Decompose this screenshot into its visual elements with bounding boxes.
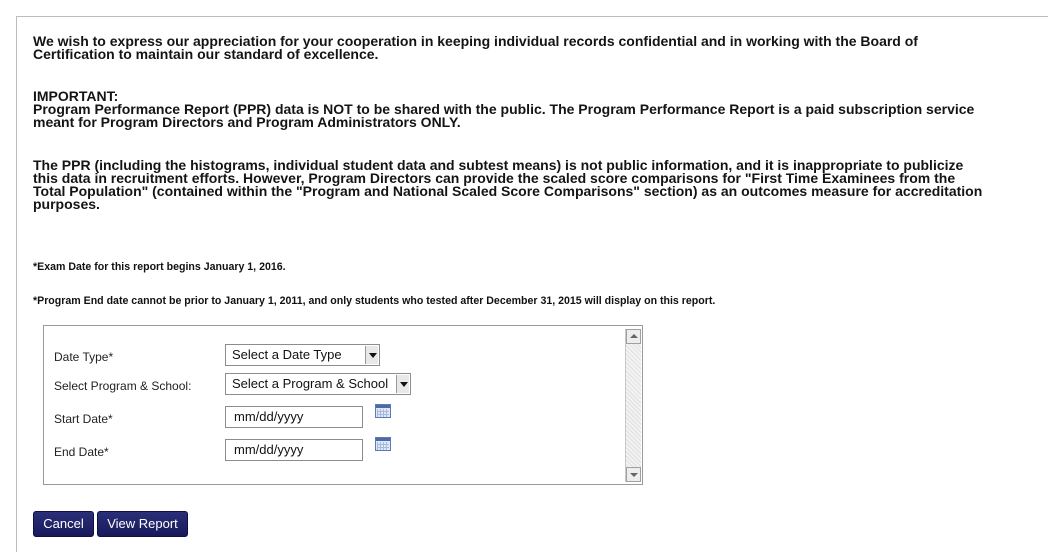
page-container: We wish to express our appreciation for … <box>16 16 1048 552</box>
date-type-select[interactable]: Select a Date Type <box>225 344 380 366</box>
end-date-input[interactable]: mm/dd/yyyy <box>225 439 363 461</box>
program-school-select[interactable]: Select a Program & School <box>225 373 411 395</box>
end-date-row: End Date* mm/dd/yyyy <box>54 437 414 461</box>
end-date-label: End Date* <box>54 445 109 459</box>
start-date-input[interactable]: mm/dd/yyyy <box>225 406 363 428</box>
important-notice: IMPORTANT: Program Performance Report (P… <box>33 88 975 130</box>
ppr-usage-notice: The PPR (including the histograms, indiv… <box>33 157 983 212</box>
program-school-row: Select Program & School: Select a Progra… <box>54 373 444 395</box>
calendar-header <box>376 405 390 408</box>
date-type-row: Date Type* Select a Date Type <box>54 344 414 366</box>
calendar-header <box>376 438 390 441</box>
report-form: Date Type* Select a Date Type Select Pro… <box>43 325 643 485</box>
calendar-grid <box>377 442 389 450</box>
date-type-selected: Select a Date Type <box>232 347 342 362</box>
exam-date-note: *Exam Date for this report begins Januar… <box>33 261 286 273</box>
cancel-button[interactable]: Cancel <box>33 511 94 537</box>
view-report-button[interactable]: View Report <box>97 511 188 537</box>
chevron-down-icon[interactable] <box>396 375 409 393</box>
form-scrollbar[interactable] <box>625 329 641 482</box>
appreciation-paragraph: We wish to express our appreciation for … <box>33 33 918 62</box>
program-school-label: Select Program & School: <box>54 379 192 393</box>
program-school-selected: Select a Program & School <box>232 376 389 391</box>
start-date-row: Start Date* mm/dd/yyyy <box>54 404 414 428</box>
scroll-down-button[interactable] <box>626 467 641 482</box>
program-end-note: *Program End date cannot be prior to Jan… <box>33 295 716 307</box>
start-date-label: Start Date* <box>54 412 113 426</box>
date-type-label: Date Type* <box>54 350 114 364</box>
calendar-grid <box>377 409 389 417</box>
chevron-down-icon[interactable] <box>365 346 378 364</box>
calendar-icon[interactable] <box>375 404 391 418</box>
scroll-up-button[interactable] <box>626 329 641 344</box>
calendar-icon[interactable] <box>375 437 391 451</box>
